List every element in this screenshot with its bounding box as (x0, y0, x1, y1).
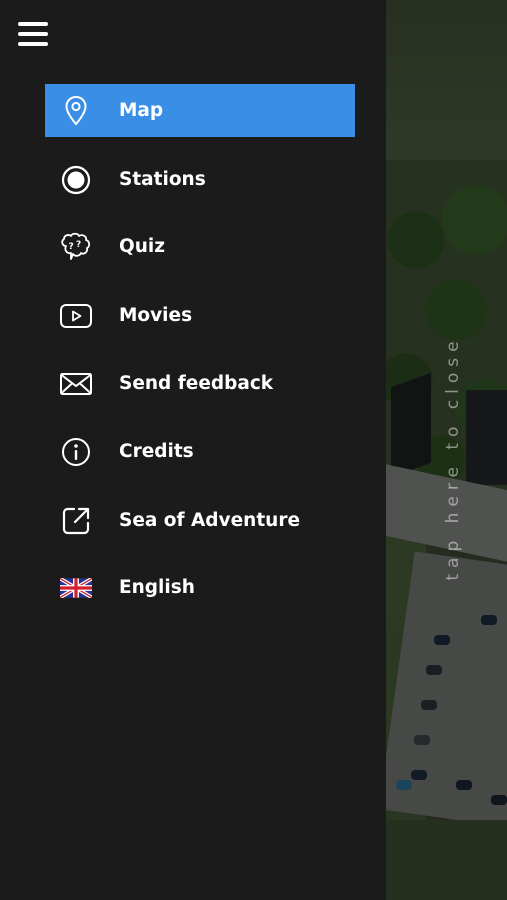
menu-item-movies[interactable]: Movies (45, 289, 355, 342)
menu-item-language[interactable]: English (45, 561, 355, 614)
svg-text:?: ? (69, 242, 74, 252)
navigation-drawer: Map Stations ? ? Quiz Movies Send feedba… (0, 0, 386, 900)
menu-item-label: English (119, 577, 195, 598)
svg-text:?: ? (76, 240, 81, 250)
menu-item-label: Send feedback (119, 373, 274, 394)
menu-item-label: Map (119, 100, 164, 121)
menu-item-label: Stations (119, 169, 206, 190)
info-icon (45, 436, 107, 468)
play-video-icon (45, 303, 107, 329)
hamburger-menu-icon[interactable] (18, 22, 48, 48)
tap-to-close-hint[interactable]: tap here to close (443, 335, 463, 580)
menu-item-credits[interactable]: Credits (45, 425, 355, 478)
menu-item-stations[interactable]: Stations (45, 153, 355, 206)
menu-item-label: Credits (119, 441, 194, 462)
menu-item-label: Quiz (119, 236, 166, 257)
map-pin-icon (45, 95, 107, 127)
external-link-icon (45, 505, 107, 537)
menu-item-sea-of-adventure[interactable]: Sea of Adventure (45, 494, 355, 547)
brain-question-icon: ? ? (45, 232, 107, 262)
station-dot-icon (45, 164, 107, 196)
menu-item-quiz[interactable]: ? ? Quiz (45, 220, 355, 273)
menu-item-send-feedback[interactable]: Send feedback (45, 357, 355, 410)
uk-flag-icon (45, 577, 107, 598)
menu-item-label: Sea of Adventure (119, 510, 301, 531)
envelope-icon (45, 371, 107, 397)
menu-item-map[interactable]: Map (45, 84, 355, 137)
menu-item-label: Movies (119, 305, 193, 326)
